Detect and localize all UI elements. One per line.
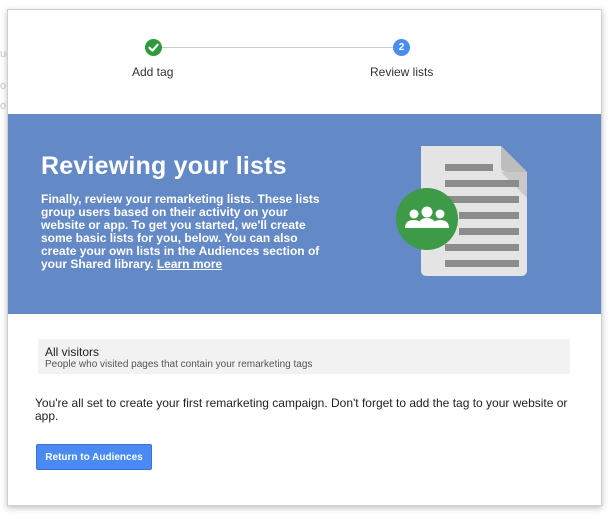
banner-description: Finally, review your remarketing lists. … [41, 193, 326, 271]
step-2-label: Review lists [370, 65, 434, 79]
check-icon [148, 43, 159, 52]
background-ghost-text: o [0, 100, 7, 112]
learn-more-link[interactable]: Learn more [157, 257, 222, 271]
banner-text-3: . [150, 257, 157, 271]
banner-bold-audiences: Audiences [198, 244, 260, 258]
completion-message: You're all set to create your first rema… [35, 396, 568, 423]
document-audience-icon [396, 146, 527, 276]
progress-stepper: Add tag 2 Review lists [8, 10, 601, 114]
list-description: People who visited pages that contain yo… [45, 359, 313, 370]
list-item: All visitors People who visited pages th… [38, 339, 570, 374]
return-to-audiences-button[interactable]: Return to Audiences [36, 444, 152, 470]
banner-bold-shared-library: Shared library [70, 257, 151, 271]
setup-dialog: Add tag 2 Review lists Reviewing your li… [7, 9, 602, 506]
intro-banner: Reviewing your lists Finally, review you… [8, 114, 601, 314]
background-ghost-text: o [0, 80, 7, 92]
stepper-connector [161, 47, 402, 48]
list-name: All visitors [45, 345, 100, 359]
step-2-number: 2 [393, 39, 410, 56]
step-1-label: Add tag [132, 65, 174, 79]
step-1-check-icon [145, 39, 162, 56]
banner-title: Reviewing your lists [41, 152, 287, 180]
